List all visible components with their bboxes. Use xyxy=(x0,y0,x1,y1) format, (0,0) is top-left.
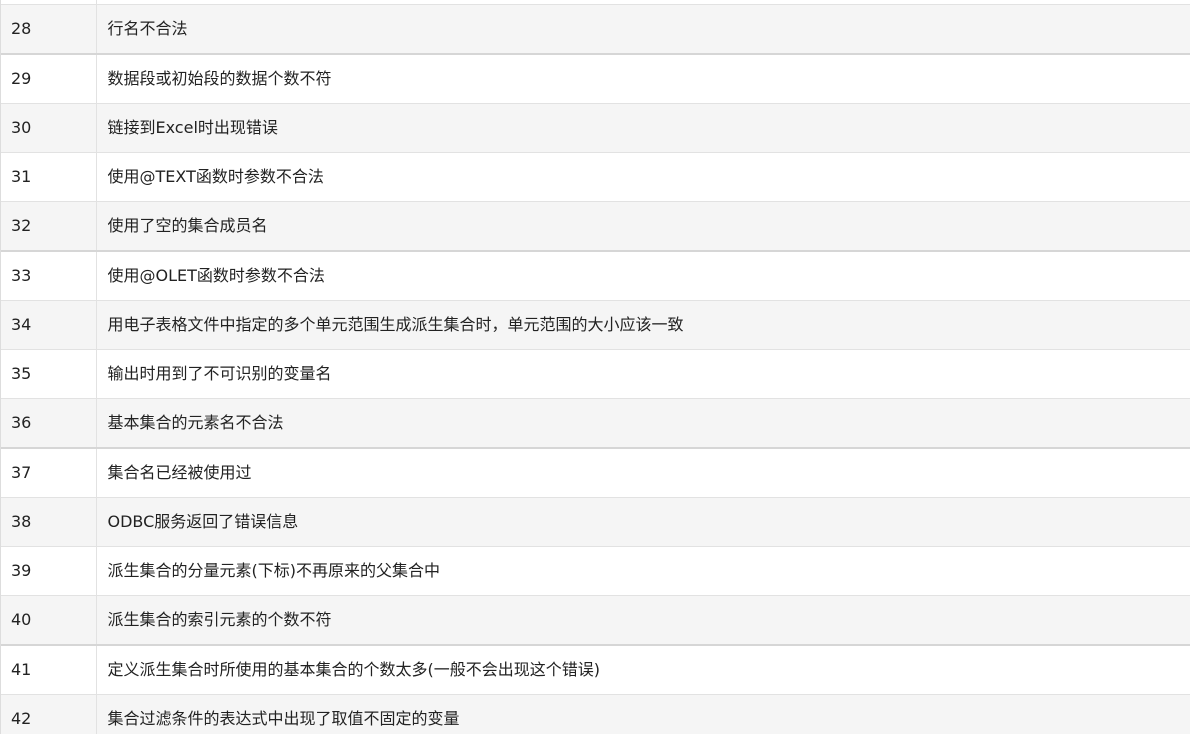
error-message-cell: 使用@TEXT函数时参数不合法 xyxy=(96,152,1190,202)
error-code-cell: 41 xyxy=(1,644,97,695)
error-message-cell: 派生集合的分量元素(下标)不再原来的父集合中 xyxy=(96,546,1190,596)
error-code-table-container: 28 行名不合法 29 数据段或初始段的数据个数不符 30 链接到Excel时出… xyxy=(0,0,1190,734)
error-code-cell: 35 xyxy=(1,349,97,399)
error-message-cell: ODBC服务返回了错误信息 xyxy=(96,497,1190,547)
error-code-table: 28 行名不合法 29 数据段或初始段的数据个数不符 30 链接到Excel时出… xyxy=(1,4,1190,734)
error-message-cell: 用电子表格文件中指定的多个单元范围生成派生集合时，单元范围的大小应该一致 xyxy=(96,300,1190,350)
error-message-cell: 集合过滤条件的表达式中出现了取值不固定的变量 xyxy=(96,694,1190,734)
error-message-cell: 使用@OLET函数时参数不合法 xyxy=(96,250,1190,301)
table-row: 30 链接到Excel时出现错误 xyxy=(1,103,1190,153)
table-row: 41 定义派生集合时所使用的基本集合的个数太多(一般不会出现这个错误) xyxy=(1,644,1190,695)
error-message-cell: 派生集合的索引元素的个数不符 xyxy=(96,595,1190,645)
table-row: 42 集合过滤条件的表达式中出现了取值不固定的变量 xyxy=(1,694,1190,734)
error-code-cell: 38 xyxy=(1,497,97,547)
error-code-cell: 36 xyxy=(1,398,97,448)
error-code-cell: 40 xyxy=(1,595,97,645)
table-row: 33 使用@OLET函数时参数不合法 xyxy=(1,250,1190,301)
error-code-cell: 34 xyxy=(1,300,97,350)
table-row: 40 派生集合的索引元素的个数不符 xyxy=(1,595,1190,645)
error-code-cell: 42 xyxy=(1,694,97,734)
table-row: 29 数据段或初始段的数据个数不符 xyxy=(1,53,1190,104)
error-message-cell: 集合名已经被使用过 xyxy=(96,447,1190,498)
error-code-cell: 32 xyxy=(1,201,97,251)
error-message-cell: 行名不合法 xyxy=(96,4,1190,54)
error-message-cell: 使用了空的集合成员名 xyxy=(96,201,1190,251)
error-code-cell: 33 xyxy=(1,250,97,301)
error-message-cell: 定义派生集合时所使用的基本集合的个数太多(一般不会出现这个错误) xyxy=(96,644,1190,695)
error-message-cell: 基本集合的元素名不合法 xyxy=(96,398,1190,448)
table-row: 39 派生集合的分量元素(下标)不再原来的父集合中 xyxy=(1,546,1190,596)
error-code-cell: 29 xyxy=(1,53,97,104)
table-row: 34 用电子表格文件中指定的多个单元范围生成派生集合时，单元范围的大小应该一致 xyxy=(1,300,1190,350)
column-divider xyxy=(96,0,97,4)
table-row: 36 基本集合的元素名不合法 xyxy=(1,398,1190,448)
error-code-cell: 39 xyxy=(1,546,97,596)
error-code-cell: 28 xyxy=(1,4,97,54)
table-row: 37 集合名已经被使用过 xyxy=(1,447,1190,498)
table-top-edge xyxy=(1,0,1190,4)
table-row: 28 行名不合法 xyxy=(1,4,1190,54)
table-row: 31 使用@TEXT函数时参数不合法 xyxy=(1,152,1190,202)
error-code-cell: 37 xyxy=(1,447,97,498)
error-message-cell: 链接到Excel时出现错误 xyxy=(96,103,1190,153)
table-row: 35 输出时用到了不可识别的变量名 xyxy=(1,349,1190,399)
table-row: 32 使用了空的集合成员名 xyxy=(1,201,1190,251)
error-message-cell: 数据段或初始段的数据个数不符 xyxy=(96,53,1190,104)
error-code-cell: 30 xyxy=(1,103,97,153)
error-code-cell: 31 xyxy=(1,152,97,202)
error-message-cell: 输出时用到了不可识别的变量名 xyxy=(96,349,1190,399)
table-row: 38 ODBC服务返回了错误信息 xyxy=(1,497,1190,547)
